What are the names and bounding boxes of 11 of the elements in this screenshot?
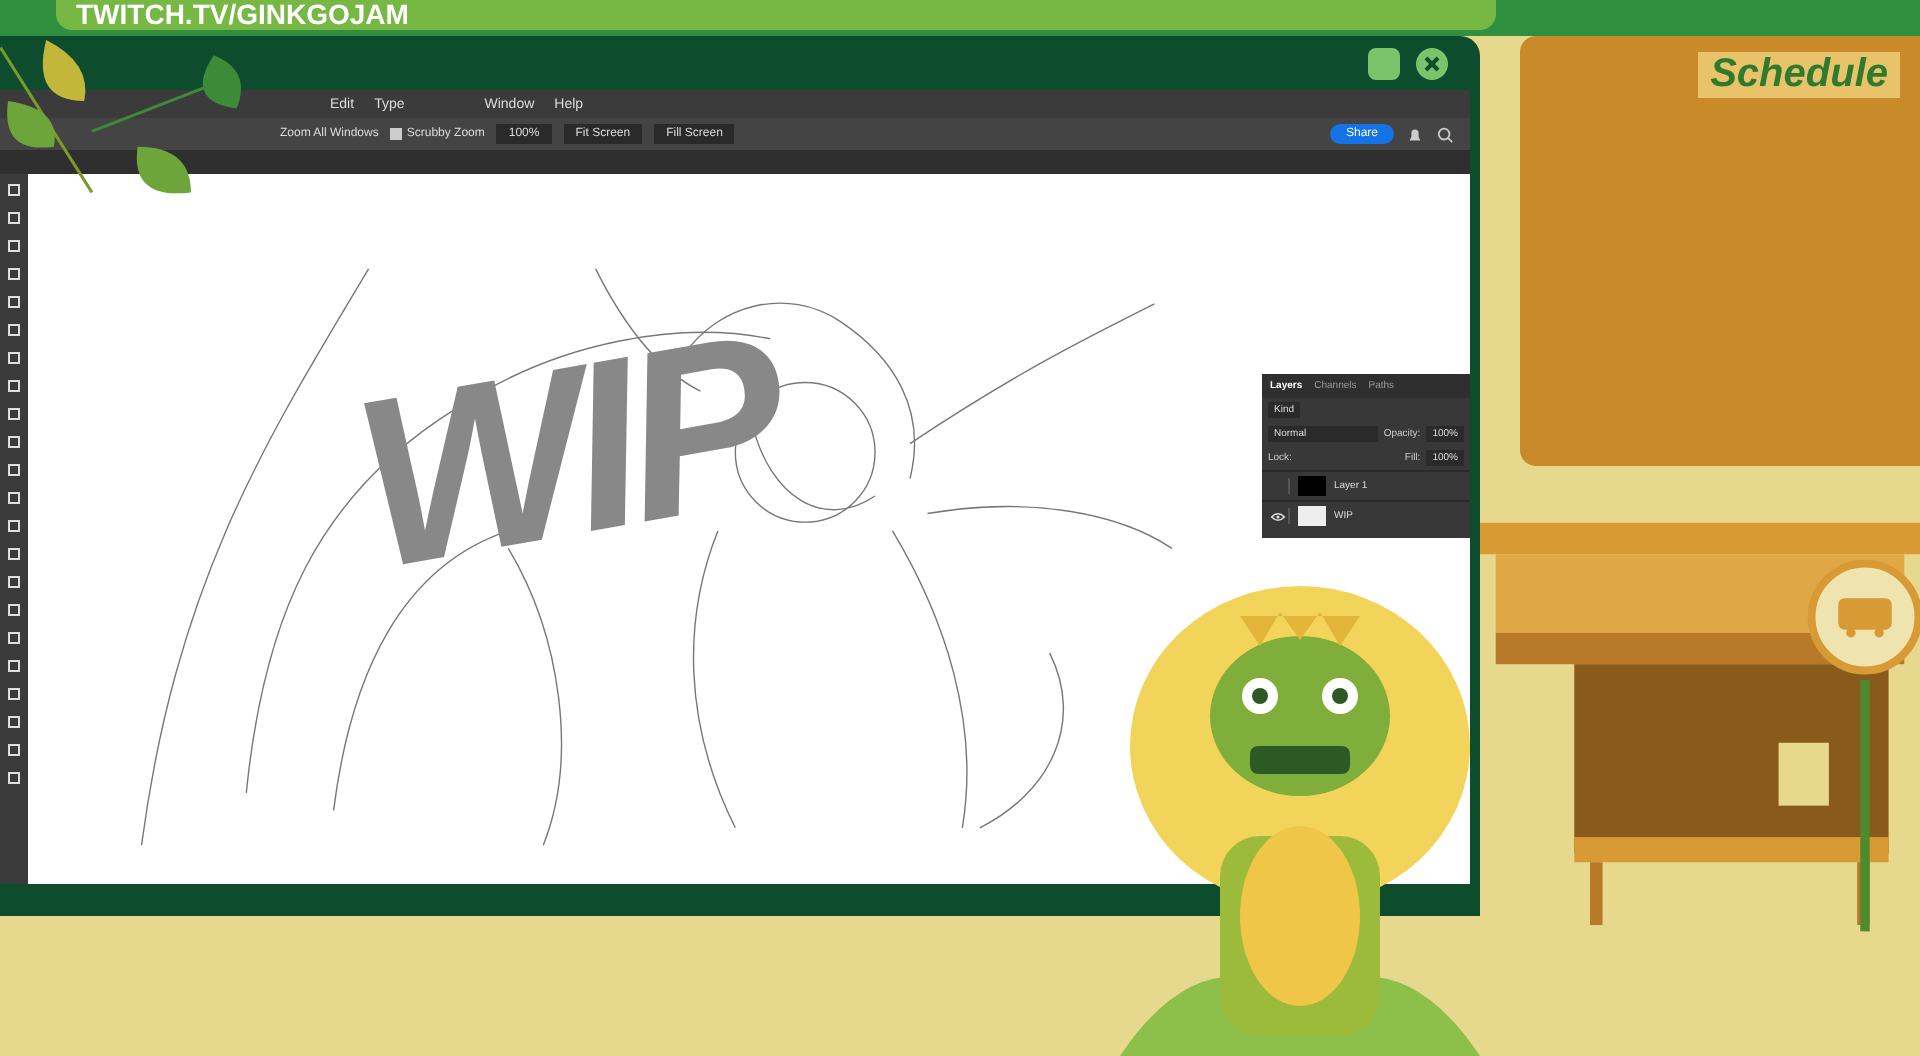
layer-thumbnail — [1298, 476, 1326, 496]
close-icon[interactable] — [1416, 47, 1448, 79]
canvas-text: WIP — [337, 281, 797, 625]
bell-icon[interactable] — [1406, 125, 1424, 143]
layer-thumbnail — [1298, 506, 1326, 526]
maximize-icon[interactable] — [1368, 47, 1400, 79]
schedule-title: Schedule — [1698, 52, 1900, 98]
visibility-toggle[interactable] — [1268, 508, 1290, 524]
eye-icon — [1270, 511, 1286, 521]
checkbox[interactable] — [390, 128, 403, 140]
search-icon[interactable] — [1436, 125, 1454, 143]
